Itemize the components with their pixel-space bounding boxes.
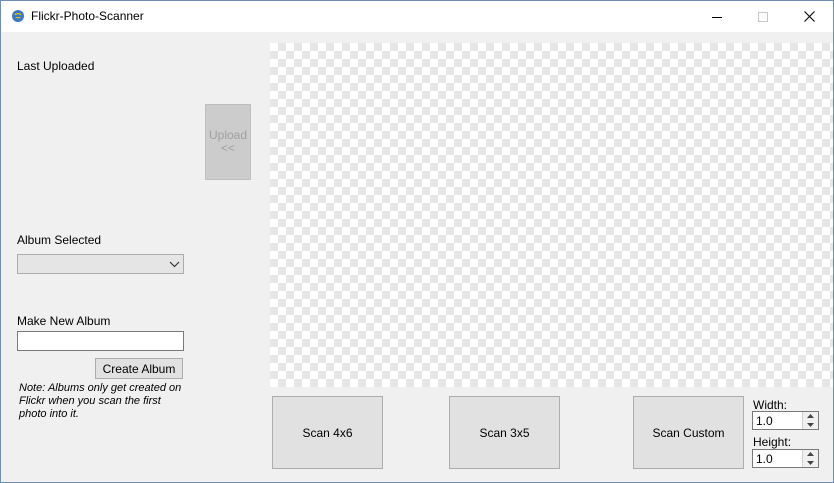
height-increment-button[interactable] xyxy=(803,450,818,458)
height-decrement-button[interactable] xyxy=(803,459,818,467)
close-button[interactable] xyxy=(786,1,832,32)
chevron-down-icon xyxy=(807,423,814,427)
maximize-button[interactable] xyxy=(740,1,786,32)
minimize-icon xyxy=(712,16,722,18)
chevron-down-icon xyxy=(169,261,180,268)
create-album-button[interactable]: Create Album xyxy=(95,358,183,379)
album-note: Note: Albums only get created on Flickr … xyxy=(19,382,182,420)
height-label: Height: xyxy=(753,435,792,449)
close-icon xyxy=(803,11,815,22)
last-uploaded-label: Last Uploaded xyxy=(17,59,95,73)
window-title: Flickr-Photo-Scanner xyxy=(31,9,144,23)
title-bar[interactable]: Flickr-Photo-Scanner xyxy=(1,1,833,32)
minimize-button[interactable] xyxy=(694,1,740,32)
height-value: 1.0 xyxy=(756,452,773,466)
height-stepper[interactable]: 1.0 xyxy=(752,449,819,468)
chevron-down-icon xyxy=(807,461,814,465)
album-selected-label: Album Selected xyxy=(17,233,102,247)
maximize-icon xyxy=(758,11,768,22)
new-album-name-input[interactable] xyxy=(17,331,184,351)
app-icon xyxy=(12,10,24,22)
width-increment-button[interactable] xyxy=(803,412,818,420)
make-new-album-label: Make New Album xyxy=(17,314,111,328)
chevron-up-icon xyxy=(807,414,814,418)
scan-3x5-button[interactable]: Scan 3x5 xyxy=(449,396,560,469)
main-window: Flickr-Photo-Scanner Last Uploaded Uploa… xyxy=(0,0,834,483)
scan-custom-button[interactable]: Scan Custom xyxy=(633,396,744,469)
width-value: 1.0 xyxy=(756,414,773,428)
width-stepper[interactable]: 1.0 xyxy=(752,411,819,430)
width-label: Width: xyxy=(753,398,788,412)
upload-button[interactable]: Upload << xyxy=(205,104,251,180)
scan-preview-area xyxy=(270,43,833,387)
scan-4x6-button[interactable]: Scan 4x6 xyxy=(272,396,383,469)
album-dropdown[interactable] xyxy=(17,254,184,274)
upload-arrow-icon: << xyxy=(220,141,235,155)
chevron-up-icon xyxy=(807,452,814,456)
width-decrement-button[interactable] xyxy=(803,421,818,429)
